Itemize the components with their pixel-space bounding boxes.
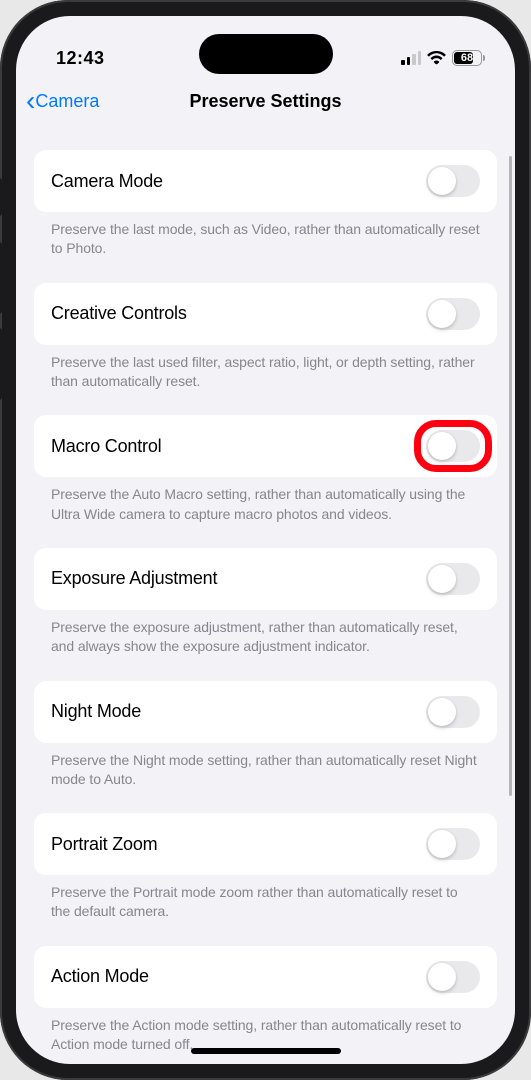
home-indicator[interactable]: [191, 1048, 341, 1054]
desc-creative-controls: Preserve the last used filter, aspect ra…: [34, 345, 497, 416]
label-action-mode: Action Mode: [51, 966, 149, 987]
content[interactable]: Camera Mode Preserve the last mode, such…: [16, 124, 515, 1064]
toggle-macro-control[interactable]: [426, 430, 480, 462]
desc-night-mode: Preserve the Night mode setting, rather …: [34, 743, 497, 814]
page-title: Preserve Settings: [189, 91, 341, 112]
row-portrait-zoom: Portrait Zoom: [34, 813, 497, 875]
toggle-knob: [428, 830, 456, 858]
notch: [199, 34, 333, 74]
cellular-signal-icon: [401, 51, 421, 65]
toggle-knob: [428, 300, 456, 328]
toggle-knob: [428, 698, 456, 726]
row-camera-mode: Camera Mode: [34, 150, 497, 212]
label-macro-control: Macro Control: [51, 436, 161, 457]
toggle-knob: [428, 167, 456, 195]
desc-macro-control: Preserve the Auto Macro setting, rather …: [34, 477, 497, 548]
desc-portrait-zoom: Preserve the Portrait mode zoom rather t…: [34, 875, 497, 946]
chevron-left-icon: ‹: [26, 87, 35, 115]
desc-action-mode: Preserve the Action mode setting, rather…: [34, 1008, 497, 1064]
toggle-night-mode[interactable]: [426, 696, 480, 728]
desc-camera-mode: Preserve the last mode, such as Video, r…: [34, 212, 497, 283]
row-action-mode: Action Mode: [34, 946, 497, 1008]
toggle-knob: [428, 432, 456, 460]
toggle-creative-controls[interactable]: [426, 298, 480, 330]
status-time: 12:43: [56, 48, 105, 69]
phone-frame: 12:43 68 ‹ Camera: [0, 0, 531, 1080]
back-label: Camera: [35, 91, 99, 112]
toggle-action-mode[interactable]: [426, 961, 480, 993]
screen: 12:43 68 ‹ Camera: [16, 16, 515, 1064]
row-exposure-adjustment: Exposure Adjustment: [34, 548, 497, 610]
desc-exposure-adjustment: Preserve the exposure adjustment, rather…: [34, 610, 497, 681]
side-button: [0, 328, 2, 400]
toggle-knob: [428, 565, 456, 593]
back-button[interactable]: ‹ Camera: [26, 87, 99, 115]
label-camera-mode: Camera Mode: [51, 171, 163, 192]
toggle-portrait-zoom[interactable]: [426, 828, 480, 860]
row-macro-control: Macro Control: [34, 415, 497, 477]
label-portrait-zoom: Portrait Zoom: [51, 834, 157, 855]
row-creative-controls: Creative Controls: [34, 283, 497, 345]
label-night-mode: Night Mode: [51, 701, 141, 722]
scrollbar[interactable]: [509, 156, 512, 796]
label-creative-controls: Creative Controls: [51, 303, 187, 324]
battery-icon: 68: [452, 50, 485, 66]
status-right: 68: [401, 50, 485, 66]
toggle-camera-mode[interactable]: [426, 165, 480, 197]
row-night-mode: Night Mode: [34, 681, 497, 743]
label-exposure-adjustment: Exposure Adjustment: [51, 568, 217, 589]
wifi-icon: [427, 51, 446, 65]
toggle-exposure-adjustment[interactable]: [426, 563, 480, 595]
toggle-knob: [428, 963, 456, 991]
side-button: [0, 178, 2, 216]
nav-header: ‹ Camera Preserve Settings: [16, 78, 515, 124]
side-button: [0, 242, 2, 314]
